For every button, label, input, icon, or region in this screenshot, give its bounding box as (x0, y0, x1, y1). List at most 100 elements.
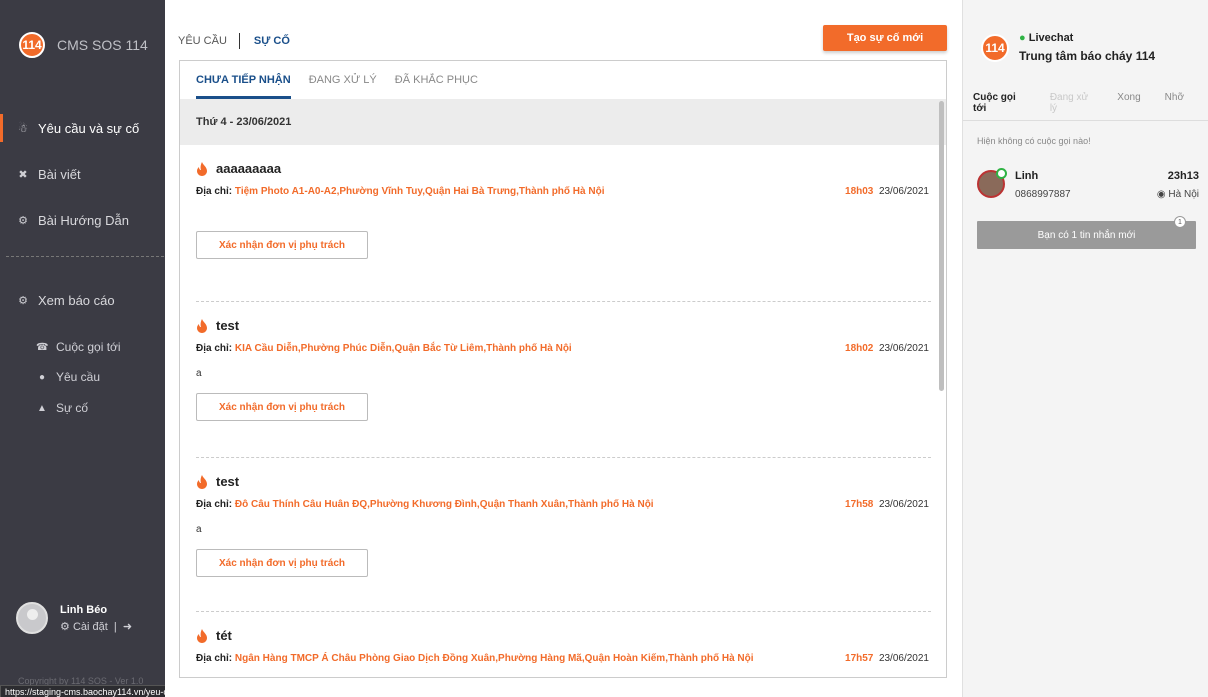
new-message-button[interactable]: Bạn có 1 tin nhắn mới 1 (977, 216, 1196, 249)
incident-note: a (196, 524, 202, 535)
caller-time: 23h13 (1167, 170, 1199, 182)
new-message-label: Bạn có 1 tin nhắn mới (1037, 229, 1136, 241)
online-dot-icon: ● (1019, 32, 1026, 44)
separator: | (110, 620, 120, 633)
tools-icon: ✖ (18, 168, 28, 181)
sub-label: Cuộc gọi tới (56, 340, 121, 354)
incident-address: Đô Câu Thính Câu Huân ĐQ,Phường Khương Đ… (234, 499, 654, 510)
sub-label: Yêu cầu (56, 370, 101, 384)
nav-label: Bài viết (38, 166, 81, 182)
tab-not-received[interactable]: CHƯA TIẾP NHẬN (196, 61, 291, 99)
address-label: Địa chỉ: (196, 499, 233, 510)
logout-icon[interactable]: ➜ (123, 621, 132, 633)
user-name: Linh Béo (60, 603, 108, 616)
settings-link[interactable]: Cài đặt (73, 621, 108, 633)
incident-title: tét (216, 628, 232, 643)
online-status-icon (996, 168, 1007, 179)
nav-item-guides[interactable]: ⚙ Bài Hướng Dẫn (0, 206, 165, 234)
megaphone-icon: ☃ (18, 122, 28, 135)
phone-icon: ☎ (36, 341, 49, 353)
user-box: Linh Béo ⚙ Cài đặt | ➜ (16, 602, 132, 634)
tab-processing[interactable]: ĐANG XỬ LÝ (309, 61, 377, 99)
confirm-unit-button[interactable]: Xác nhận đơn vị phụ trách (196, 549, 368, 577)
incident-item[interactable]: aaaaaaaaa Địa chỉ: Tiệm Photo A1-A0-A2,P… (180, 145, 946, 301)
livechat-header: 114 ● Livechat Trung tâm báo cháy 114 (981, 32, 1155, 63)
sub-item-incidents[interactable]: ▲ Sự cố (36, 401, 88, 415)
caller-phone: 0868997887 (1015, 189, 1071, 200)
tab-incidents[interactable]: SỰ CỐ (254, 35, 290, 47)
call-tabs: Cuộc gọi tới Đang xử lý Xong Nhỡ (973, 92, 1208, 114)
chat-icon: ● (38, 371, 46, 383)
tab-separator (238, 33, 240, 49)
sub-label: Sự cố (56, 401, 89, 415)
incident-date: 23/06/2021 (878, 653, 929, 664)
divider (963, 120, 1208, 121)
caller-location: Hà Nội (1168, 189, 1199, 200)
create-incident-button[interactable]: Tạo sự cố mới (823, 25, 947, 51)
status-tabs: CHƯA TIẾP NHẬN ĐANG XỬ LÝ ĐÃ KHẮC PHỤC (180, 61, 946, 99)
flame-icon (197, 628, 207, 643)
confirm-unit-button[interactable]: Xác nhận đơn vị phụ trách (196, 393, 368, 421)
address-label: Địa chỉ: (196, 653, 233, 664)
sidebar-divider (6, 256, 164, 257)
fire-icon: ▲ (37, 402, 47, 414)
tab-resolved[interactable]: ĐÃ KHẮC PHỤC (395, 61, 478, 99)
incident-title: aaaaaaaaa (216, 161, 282, 176)
incident-address: Ngân Hàng TMCP Á Châu Phòng Giao Dịch Đồ… (234, 653, 754, 664)
location-pin-icon: ◉ (1156, 189, 1166, 200)
incident-time: 17h58 (845, 499, 874, 510)
app-name: CMS SOS 114 (57, 37, 148, 53)
brand[interactable]: 114 CMS SOS 114 (19, 32, 148, 58)
incident-item[interactable]: test Địa chỉ: Đô Câu Thính Câu Huân ĐQ,P… (180, 458, 946, 611)
nav-label: Yêu cầu và sự cố (38, 120, 140, 136)
date-header: Thứ 4 - 23/06/2021 (180, 99, 946, 145)
nav-item-articles[interactable]: ✖ Bài viết (0, 160, 165, 188)
incident-date: 23/06/2021 (878, 499, 929, 510)
incident-time: 18h02 (845, 343, 874, 354)
address-label: Địa chỉ: (196, 186, 233, 197)
incident-panel: CHƯA TIẾP NHẬN ĐANG XỬ LÝ ĐÃ KHẮC PHỤC T… (179, 60, 947, 678)
flame-icon (197, 161, 207, 176)
nav-label: Xem báo cáo (38, 292, 115, 308)
gear-icon: ⚙ (60, 620, 70, 633)
center-logo: 114 (981, 34, 1009, 62)
tab-in-progress[interactable]: Đang xử lý (1050, 92, 1093, 114)
incident-time: 17h57 (845, 653, 874, 664)
tab-done[interactable]: Xong (1117, 92, 1140, 114)
scrollbar[interactable] (939, 101, 944, 391)
settings-icon: ⚙ (18, 214, 28, 227)
message-count-badge: 1 (1174, 216, 1186, 228)
sub-item-requests[interactable]: ● Yêu cầu (36, 370, 100, 384)
tab-requests[interactable]: YÊU CẦU (178, 35, 227, 47)
caller-item[interactable]: Linh 0868997887 23h13 ◉ Hà Nội (977, 168, 1199, 208)
nav-item-requests-incidents[interactable]: ☃ Yêu cầu và sự cố (0, 114, 165, 142)
avatar[interactable] (16, 602, 48, 634)
sub-item-incoming-calls[interactable]: ☎ Cuộc gọi tới (36, 340, 121, 354)
top-tabs: YÊU CẦU SỰ CỐ (178, 33, 290, 49)
sidebar: 114 CMS SOS 114 ☃ Yêu cầu và sự cố ✖ Bài… (0, 0, 165, 697)
app-logo: 114 (19, 32, 45, 58)
settings-icon: ⚙ (18, 294, 28, 307)
nav-label: Bài Hướng Dẫn (38, 212, 129, 228)
flame-icon (197, 318, 207, 333)
incident-title: test (216, 318, 240, 333)
incident-item[interactable]: test Địa chỉ: KIA Cầu Diễn,Phường Phúc D… (180, 302, 946, 457)
incident-address: KIA Cầu Diễn,Phường Phúc Diễn,Quận Bắc T… (234, 343, 572, 354)
incident-title: test (216, 474, 240, 489)
center-name: Trung tâm báo cháy 114 (1019, 49, 1156, 63)
flame-icon (197, 474, 207, 489)
nav-item-reports[interactable]: ⚙ Xem báo cáo (0, 286, 165, 314)
confirm-unit-button[interactable]: Xác nhận đơn vị phụ trách (196, 231, 368, 259)
incident-date: 23/06/2021 (878, 186, 929, 197)
caller-name: Linh (1015, 170, 1039, 182)
empty-calls-text: Hiện không có cuộc gọi nào! (977, 136, 1091, 146)
incident-date: 23/06/2021 (878, 343, 929, 354)
tab-missed[interactable]: Nhỡ (1165, 92, 1184, 114)
incident-note: a (196, 368, 202, 379)
incident-item[interactable]: tét Địa chỉ: Ngân Hàng TMCP Á Châu Phòng… (180, 612, 946, 677)
livechat-panel: 114 ● Livechat Trung tâm báo cháy 114 Cu… (962, 0, 1208, 697)
incident-time: 18h03 (845, 186, 874, 197)
livechat-status: Livechat (1028, 32, 1074, 44)
tab-incoming-calls[interactable]: Cuộc gọi tới (973, 92, 1026, 114)
main-content: YÊU CẦU SỰ CỐ Tạo sự cố mới CHƯA TIẾP NH… (165, 0, 962, 697)
